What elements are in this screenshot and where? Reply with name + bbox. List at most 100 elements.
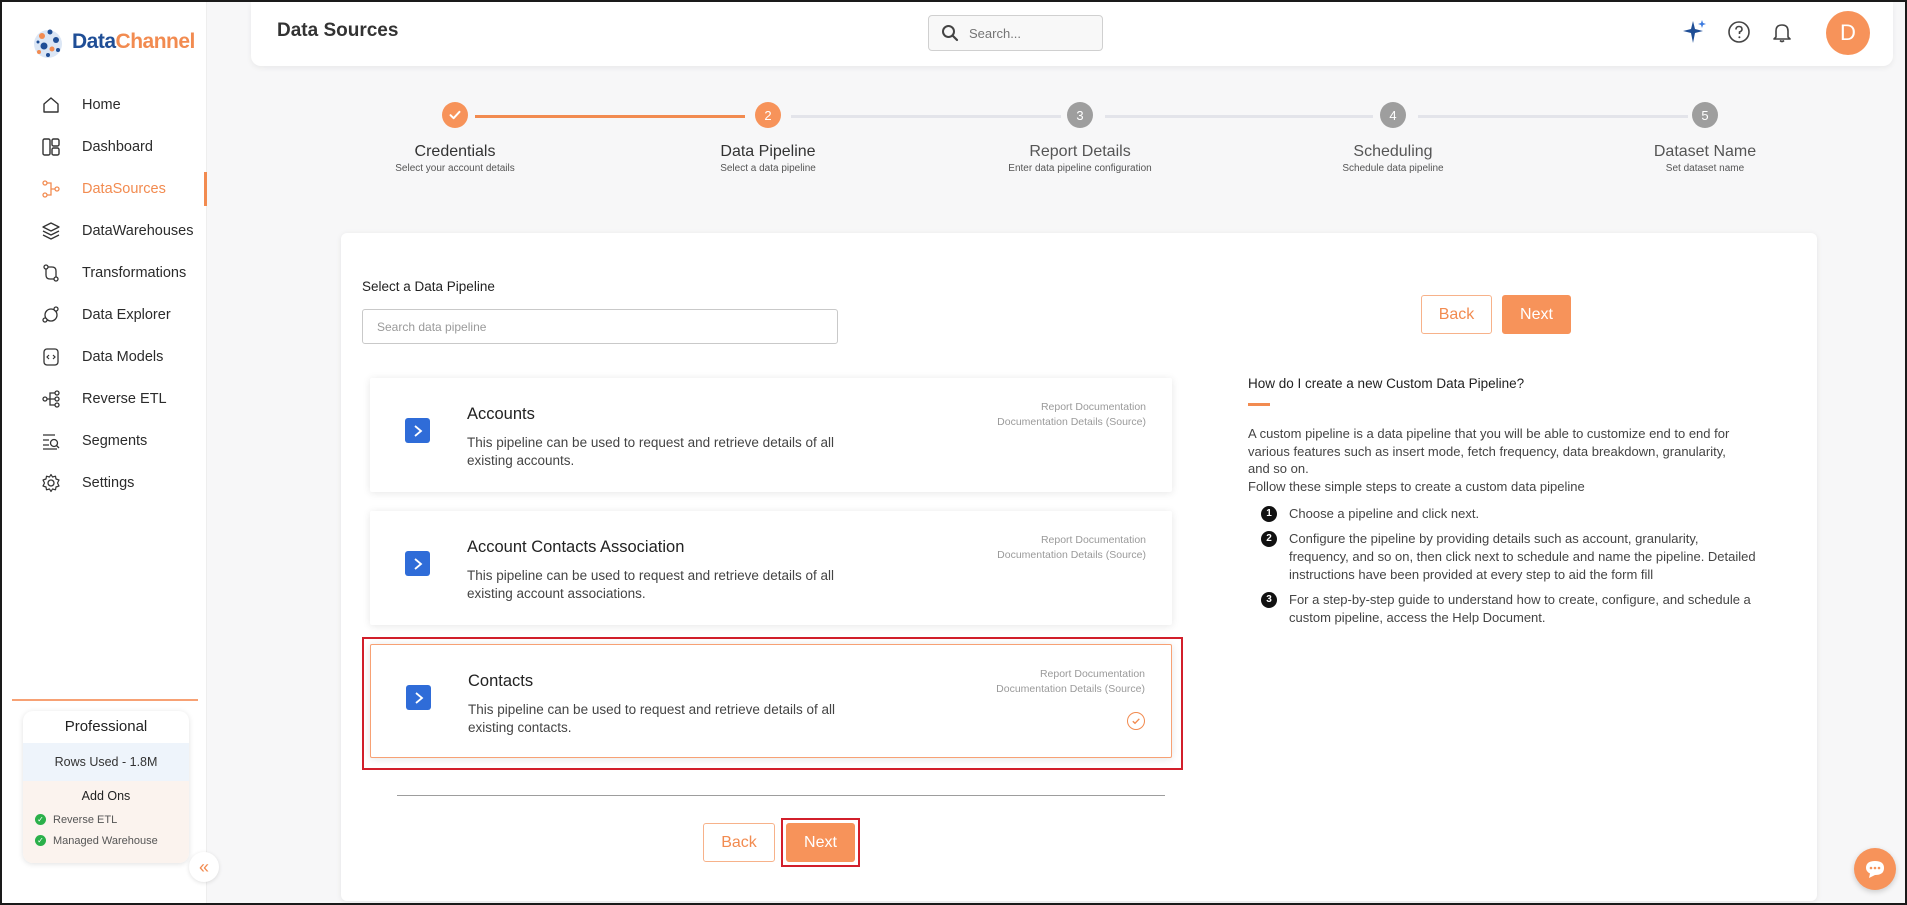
sidebar-item-dashboard[interactable]: Dashboard [2, 126, 207, 168]
step-report-details[interactable]: 3 Report Details Enter data pipeline con… [970, 100, 1190, 174]
sidebar-item-home[interactable]: Home [2, 84, 207, 126]
sidebar-item-segments[interactable]: Segments [2, 420, 207, 462]
top-header: Data Sources D [251, 2, 1893, 66]
sidebar-item-datawarehouses[interactable]: DataWarehouses [2, 210, 207, 252]
reverse-etl-icon [40, 388, 62, 410]
sidebar-item-datasources[interactable]: DataSources [2, 168, 207, 210]
pipeline-chevron-icon [405, 551, 430, 576]
sidebar-item-data-explorer[interactable]: Data Explorer [2, 294, 207, 336]
documentation-details-link[interactable]: Documentation Details (Source) [996, 683, 1145, 695]
datasources-icon [40, 178, 62, 200]
pipeline-name: Account Contacts Association [467, 538, 685, 556]
pipeline-card-contacts[interactable]: Contacts This pipeline can be used to re… [370, 644, 1172, 758]
global-search-input[interactable] [969, 25, 1089, 41]
step-number-badge: 3 [1261, 592, 1277, 608]
next-button-top[interactable]: Next [1502, 295, 1571, 334]
sidebar-item-settings[interactable]: Settings [2, 462, 207, 504]
step-dataset-name[interactable]: 5 Dataset Name Set dataset name [1595, 100, 1815, 174]
logo-icon [34, 29, 62, 58]
sparkle-icon [1683, 20, 1706, 43]
search-icon [942, 25, 959, 42]
addon-item: ✓ Reverse ETL [23, 809, 189, 830]
documentation-details-link[interactable]: Documentation Details (Source) [997, 549, 1146, 561]
chat-support-button[interactable] [1854, 848, 1896, 890]
transform-icon [40, 262, 62, 284]
pipeline-search-input[interactable] [362, 309, 838, 344]
sidebar-item-transformations[interactable]: Transformations [2, 252, 207, 294]
help-title: How do I create a new Custom Data Pipeli… [1248, 376, 1525, 391]
step-scheduling[interactable]: 4 Scheduling Schedule data pipeline [1283, 100, 1503, 174]
help-button[interactable] [1725, 18, 1753, 46]
addons-title: Add Ons [81, 789, 131, 803]
step-done-check-icon [442, 102, 468, 128]
back-button-top[interactable]: Back [1421, 295, 1492, 334]
report-documentation-link[interactable]: Report Documentation [1041, 534, 1146, 546]
step-number-badge: 2 [1261, 531, 1277, 547]
step-sublabel: Enter data pipeline configuration [1008, 163, 1152, 174]
select-pipeline-label: Select a Data Pipeline [362, 279, 495, 294]
help-steps-list: 1 Choose a pipeline and click next. 2 Co… [1261, 505, 1761, 634]
explorer-icon [40, 304, 62, 326]
pipeline-chevron-icon [406, 685, 431, 710]
sidebar-item-data-models[interactable]: Data Models [2, 336, 207, 378]
wizard-stepper: Credentials Select your account details … [342, 100, 1756, 190]
check-icon: ✓ [35, 814, 46, 825]
pipeline-description: This pipeline can be used to request and… [468, 702, 835, 735]
check-icon: ✓ [35, 835, 46, 846]
double-chevron-left-icon: « [198, 856, 209, 877]
help-title-underline [1248, 403, 1270, 406]
next-button-bottom[interactable]: Next [786, 823, 855, 862]
addons-section: Add Ons ✓ Reverse ETL ✓ Managed Warehous… [23, 781, 189, 863]
step-data-pipeline[interactable]: 2 Data Pipeline Select a data pipeline [658, 100, 878, 174]
step-sublabel: Select your account details [395, 163, 515, 174]
step-credentials[interactable]: Credentials Select your account details [345, 100, 565, 174]
report-documentation-link[interactable]: Report Documentation [1040, 668, 1145, 680]
page-title: Data Sources [277, 20, 399, 41]
avatar[interactable]: D [1826, 11, 1870, 55]
help-step: 1 Choose a pipeline and click next. [1261, 505, 1761, 523]
documentation-details-link[interactable]: Documentation Details (Source) [997, 416, 1146, 428]
section-divider [397, 795, 1165, 796]
pipeline-name: Contacts [468, 672, 534, 690]
report-documentation-link[interactable]: Report Documentation [1041, 401, 1146, 413]
sidebar-divider [12, 699, 198, 701]
app-window: DataChannel Home Dashboard DataSources D… [0, 0, 1907, 905]
selected-check-icon [1127, 712, 1145, 730]
collapse-sidebar-button[interactable]: « [189, 852, 219, 882]
pipeline-card-account-contacts-association[interactable]: Account Contacts Association This pipeli… [370, 511, 1172, 625]
pipeline-chevron-icon [405, 418, 430, 443]
step-sublabel: Select a data pipeline [720, 163, 816, 174]
bell-icon [1773, 24, 1791, 43]
help-follow-text: Follow these simple steps to create a cu… [1248, 478, 1585, 494]
plan-card: Professional Rows Used - 1.8M Add Ons ✓ … [23, 711, 189, 863]
step-label: Scheduling [1353, 143, 1433, 160]
sidebar-nav: Home Dashboard DataSources DataWarehouse… [2, 84, 207, 504]
ai-sparkle-button[interactable] [1681, 18, 1709, 46]
pipeline-description: This pipeline can be used to request and… [467, 568, 834, 601]
step-number: 3 [1067, 102, 1093, 128]
pipeline-card-accounts[interactable]: Accounts This pipeline can be used to re… [370, 378, 1172, 492]
layers-icon [40, 220, 62, 242]
sidebar-item-reverse-etl[interactable]: Reverse ETL [2, 378, 207, 420]
step-number: 5 [1692, 102, 1718, 128]
chat-icon [1866, 861, 1884, 878]
global-search[interactable] [928, 15, 1103, 51]
help-step: 2 Configure the pipeline by providing de… [1261, 530, 1761, 584]
step-number-badge: 1 [1261, 506, 1277, 522]
brand-logo[interactable]: DataChannel [30, 22, 195, 62]
sidebar: DataChannel Home Dashboard DataSources D… [2, 2, 207, 903]
notifications-button[interactable] [1768, 18, 1796, 46]
data-model-icon [40, 346, 62, 368]
step-sublabel: Schedule data pipeline [1342, 163, 1444, 174]
step-label: Data Pipeline [720, 143, 816, 160]
back-button-bottom[interactable]: Back [703, 823, 775, 862]
pipeline-name: Accounts [467, 405, 535, 423]
pipeline-description: This pipeline can be used to request and… [467, 435, 834, 468]
home-icon [40, 94, 62, 116]
plan-title: Professional [64, 718, 148, 735]
addon-item: ✓ Managed Warehouse [23, 830, 189, 851]
help-step: 3 For a step-by-step guide to understand… [1261, 591, 1761, 627]
step-label: Credentials [414, 143, 496, 160]
pipeline-selection-card: Select a Data Pipeline Accounts This pip… [341, 233, 1817, 901]
step-number: 2 [755, 102, 781, 128]
